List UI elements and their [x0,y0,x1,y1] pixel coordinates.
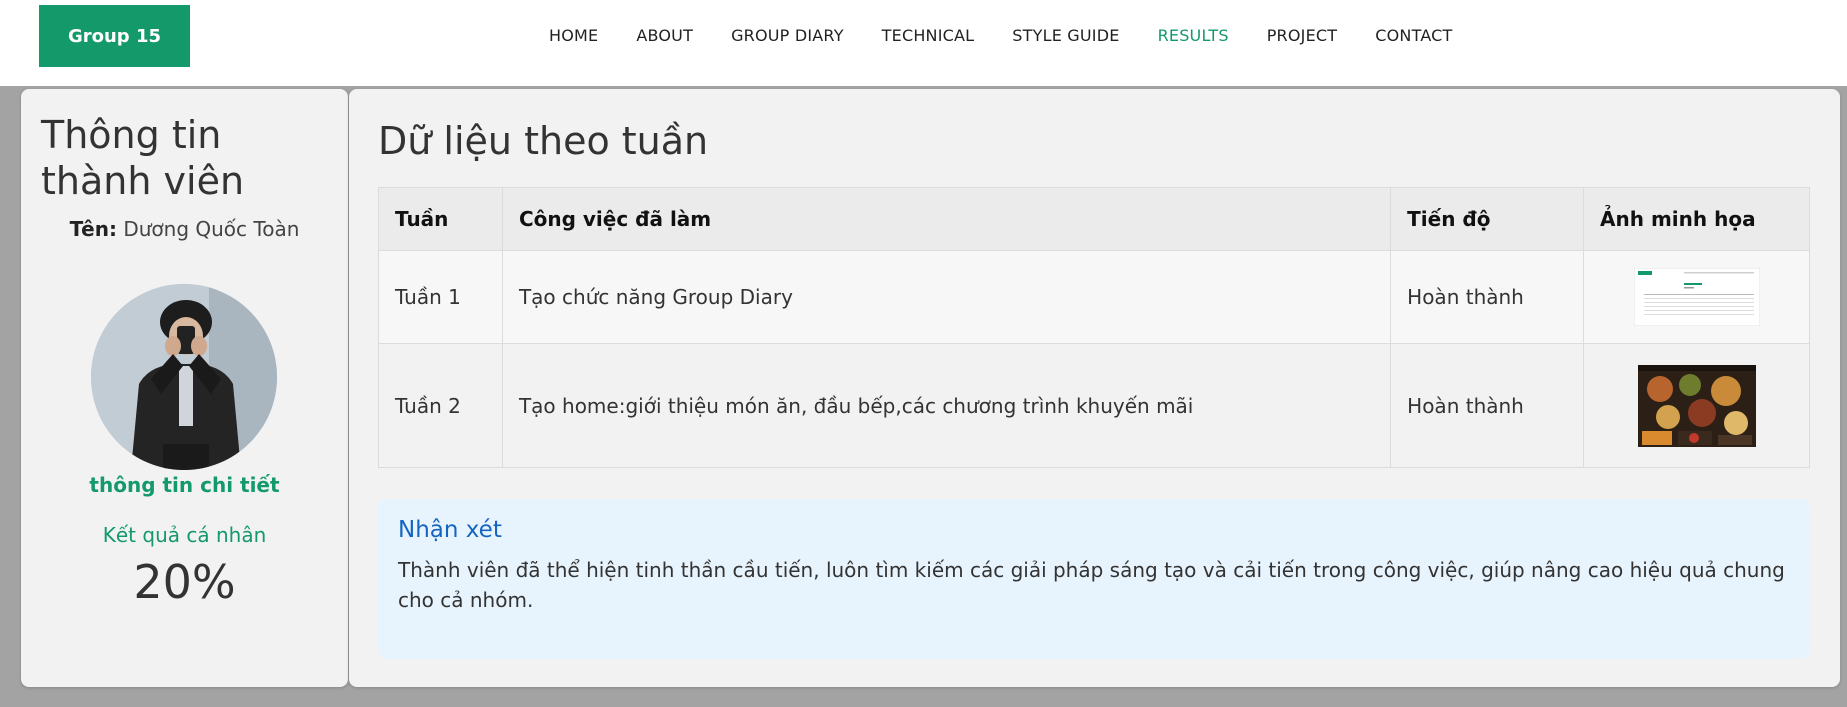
table-row: Tuần 2 Tạo home:giới thiệu món ăn, đầu b… [378,343,1810,468]
nav-home[interactable]: HOME [530,22,617,49]
nav-technical[interactable]: TECHNICAL [863,22,994,49]
nav-results[interactable]: RESULTS [1139,22,1248,49]
nav-group-diary[interactable]: GROUP DIARY [712,22,863,49]
weekly-table: Tuần Công việc đã làm Tiến độ Ảnh minh h… [378,187,1810,468]
nav-style-guide[interactable]: STYLE GUIDE [993,22,1138,49]
cell-task: Tạo home:giới thiệu món ăn, đầu bếp,các … [501,343,1392,468]
avatar [91,284,277,470]
column-header-task: Công việc đã làm [501,187,1392,251]
member-name: Tên: Dương Quốc Toàn [21,217,348,241]
cell-week: Tuần 1 [378,250,503,344]
comment-body: Thành viên đã thể hiện tinh thần cầu tiế… [398,558,1785,612]
avatar-photo-icon [91,284,277,470]
nav-contact[interactable]: CONTACT [1356,22,1471,49]
cell-task: Tạo chức năng Group Diary [501,250,1392,344]
top-navbar: Group 15 HOME ABOUT GROUP DIARY TECHNICA… [0,0,1847,86]
member-detail-link[interactable]: thông tin chi tiết [21,473,348,497]
column-header-image: Ảnh minh họa [1583,187,1810,251]
cell-image [1583,343,1810,468]
logo[interactable]: Group 15 [39,5,190,67]
group-diary-screenshot-icon[interactable] [1633,268,1760,326]
member-card-title: Thông tin thành viên [41,113,245,203]
table-header-row: Tuần Công việc đã làm Tiến độ Ảnh minh h… [378,187,1810,251]
cell-image [1583,250,1810,344]
member-card: Thông tin thành viên Tên: Dương Quốc Toà… [21,89,348,687]
nav-project[interactable]: PROJECT [1248,22,1357,49]
cell-week: Tuần 2 [378,343,503,468]
personal-result-label: Kết quả cá nhân [102,523,267,547]
home-food-screenshot-icon[interactable] [1637,364,1756,447]
weekly-data-title: Dữ liệu theo tuần [378,119,709,163]
column-header-week: Tuần [378,187,503,251]
member-name-value: Dương Quốc Toàn [123,217,300,241]
weekly-data-card: Dữ liệu theo tuần Tuần Công việc đã làm … [349,89,1840,687]
comment-box: Nhận xét Thành viên đã thể hiện tinh thầ… [378,499,1810,659]
nav-about[interactable]: ABOUT [617,22,712,49]
cell-status: Hoàn thành [1390,343,1585,468]
personal-result-value: 20% [133,555,236,609]
member-name-label: Tên: [69,217,117,241]
main-nav: HOME ABOUT GROUP DIARY TECHNICAL STYLE G… [530,22,1472,49]
comment-title: Nhận xét [398,517,502,543]
cell-status: Hoàn thành [1390,250,1585,344]
column-header-progress: Tiến độ [1390,187,1585,251]
table-row: Tuần 1 Tạo chức năng Group Diary Hoàn th… [378,250,1810,344]
